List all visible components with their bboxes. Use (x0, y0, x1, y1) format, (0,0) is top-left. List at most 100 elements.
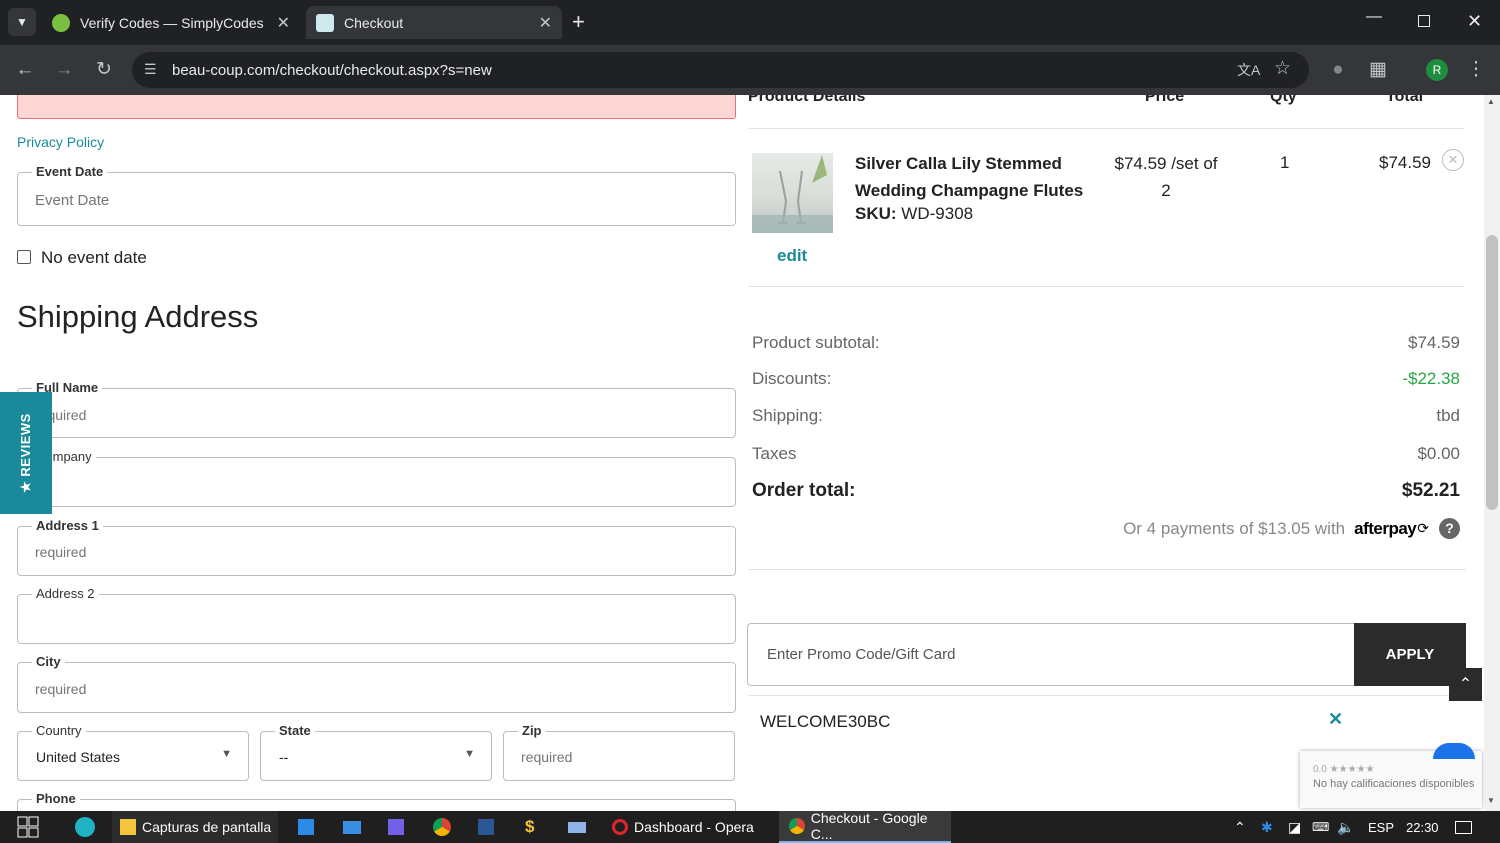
sku-value: WD-9308 (901, 204, 974, 223)
browser-tab-bar: ▼ Verify Codes — SimplyCodes ✕ Checkout … (0, 0, 1500, 45)
sku-label: SKU: (855, 204, 897, 223)
no-event-date-label: No event date (41, 248, 147, 267)
subtotal-value: $74.59 (1408, 333, 1460, 352)
shipping-label: Shipping: (752, 406, 823, 425)
site-info-icon[interactable]: ☰ (144, 61, 157, 78)
start-grid-icon[interactable] (17, 811, 41, 843)
city-label: City (32, 654, 65, 670)
taskbar-item-chrome[interactable]: Checkout - Google C... (779, 810, 951, 843)
remove-promo-icon[interactable]: ✕ (1328, 709, 1343, 730)
restore-icon[interactable] (1418, 15, 1430, 27)
full-name-field[interactable]: Full Name required (17, 380, 736, 438)
window-close-icon[interactable]: ✕ (1467, 11, 1482, 32)
clock[interactable]: 22:30 (1406, 811, 1439, 843)
chrome-icon[interactable] (433, 811, 451, 843)
champagne-flutes-image (752, 155, 833, 233)
tray-chevron-up-icon[interactable]: ⌃ (1234, 811, 1246, 843)
afterpay-arrow-icon: ⟳ (1417, 520, 1429, 536)
notifications-icon[interactable] (1455, 811, 1472, 843)
zip-label: Zip (518, 723, 546, 739)
language-indicator[interactable]: ESP (1368, 811, 1394, 843)
taskbar-item-label: Dashboard - Opera (634, 819, 754, 835)
edit-item-link[interactable]: edit (777, 246, 807, 266)
city-placeholder: required (35, 681, 87, 697)
remove-item-icon[interactable]: ✕ (1442, 149, 1464, 171)
back-to-top-button[interactable]: ⌃ (1449, 668, 1482, 701)
promo-code-input[interactable]: Enter Promo Code/Gift Card (747, 623, 1355, 686)
divider (748, 695, 1466, 696)
zip-placeholder: required (521, 749, 573, 765)
puzzle-extensions-icon[interactable]: ▦ (1365, 57, 1391, 83)
taskbar-item-opera[interactable]: Dashboard - Opera (604, 811, 772, 843)
event-date-field[interactable]: Event Date Event Date (17, 164, 736, 226)
address-bar[interactable]: ☰ beau-coup.com/checkout/checkout.aspx?s… (132, 52, 1309, 88)
tab-checkout[interactable]: Checkout ✕ (306, 6, 562, 39)
order-total-label: Order total: (752, 480, 856, 501)
country-select[interactable]: Country United States ▼ (17, 723, 249, 781)
tab-simplycodes[interactable]: Verify Codes — SimplyCodes ✕ (42, 6, 300, 39)
close-tab-icon[interactable]: ✕ (539, 13, 552, 33)
taskbar-item-folder[interactable]: Capturas de pantalla (112, 811, 278, 843)
store-icon[interactable] (298, 811, 314, 843)
tab-search-button[interactable]: ▼ (8, 8, 36, 36)
translate-icon[interactable]: 文A (1237, 60, 1260, 80)
volume-icon[interactable]: 🔈 (1337, 811, 1354, 843)
zip-field[interactable]: Zip required (503, 723, 735, 781)
divider (748, 128, 1464, 129)
bluetooth-icon[interactable]: ✱ (1261, 811, 1273, 843)
back-icon[interactable]: ← (12, 57, 38, 83)
scroll-down-arrow-icon[interactable]: ▼ (1487, 796, 1495, 805)
reviews-tab-label: ★ REVIEWS (18, 413, 33, 493)
keyboard-app-icon[interactable] (568, 811, 586, 843)
close-tab-icon[interactable]: ✕ (277, 13, 290, 33)
beaucoup-favicon-icon (316, 13, 334, 32)
taxes-value: $0.00 (1417, 444, 1460, 463)
header-price: Price (1145, 95, 1185, 105)
address2-field[interactable]: Address 2 (17, 586, 736, 644)
scroll-up-arrow-icon[interactable]: ▲ (1487, 97, 1495, 106)
chat-bubble-icon[interactable] (1433, 743, 1475, 759)
page-content: Privacy Policy Event Date Event Date No … (0, 95, 1484, 811)
header-qty: Qty (1270, 95, 1297, 105)
recaptcha-rating: 0.0 ★★★★★ (1313, 764, 1375, 775)
input-method-icon[interactable]: ⌨ (1312, 811, 1329, 843)
mail-icon[interactable] (343, 811, 361, 843)
url-text: beau-coup.com/checkout/checkout.aspx?s=n… (172, 61, 492, 79)
word-icon[interactable] (478, 811, 494, 843)
subtotal-label: Product subtotal: (752, 333, 880, 352)
folder-icon (120, 819, 136, 835)
item-price: $74.59 /set of 2 (1114, 154, 1218, 200)
product-name[interactable]: Silver Calla Lily Stemmed Wedding Champa… (855, 150, 1095, 204)
address1-placeholder: required (35, 544, 87, 560)
company-field[interactable]: Company (17, 449, 736, 507)
dollar-app-icon[interactable]: $ (525, 811, 534, 843)
taskbar-item-label: Checkout - Google C... (810, 810, 928, 842)
scrollbar-thumb[interactable] (1486, 235, 1498, 510)
menu-kebab-icon[interactable]: ⋮ (1463, 57, 1489, 83)
event-date-label: Event Date (32, 164, 108, 180)
product-thumbnail[interactable] (752, 153, 833, 233)
new-tab-button[interactable]: + (572, 10, 585, 34)
event-date-placeholder: Event Date (35, 192, 110, 209)
minimize-icon[interactable]: — (1366, 8, 1382, 26)
extension-icon[interactable]: ● (1325, 57, 1351, 83)
phone-field[interactable]: Phone (17, 791, 736, 811)
city-field[interactable]: City required (17, 654, 736, 713)
edge-icon[interactable] (75, 811, 95, 843)
no-event-date-checkbox[interactable] (17, 250, 31, 264)
forms-icon[interactable] (388, 811, 404, 843)
state-select[interactable]: State -- ▼ (260, 723, 492, 781)
tab-title: Verify Codes — SimplyCodes (80, 14, 264, 31)
reload-icon[interactable]: ↻ (91, 57, 117, 83)
opera-icon (612, 819, 628, 835)
discounts-label: Discounts: (752, 369, 832, 388)
wifi-icon[interactable]: ◪ (1288, 811, 1301, 843)
reviews-side-tab[interactable]: ★ REVIEWS (0, 392, 52, 514)
profile-avatar[interactable]: R (1426, 59, 1448, 81)
recaptcha-text: No hay calificaciones disponibles (1313, 778, 1475, 790)
privacy-policy-link[interactable]: Privacy Policy (17, 134, 104, 150)
address1-field[interactable]: Address 1 required (17, 518, 736, 576)
help-icon[interactable]: ? (1439, 518, 1460, 539)
bookmark-star-icon[interactable]: ☆ (1274, 57, 1291, 80)
forward-icon[interactable]: → (51, 57, 77, 83)
